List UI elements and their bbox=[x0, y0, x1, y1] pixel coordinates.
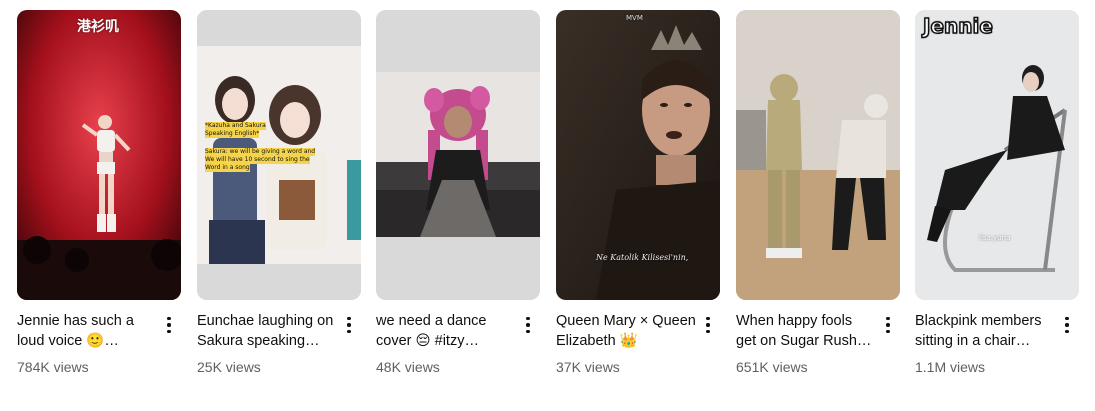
short-views: 651K views bbox=[736, 359, 808, 375]
short-meta: Blackpink members sitting in a chair… 1.… bbox=[915, 311, 1079, 391]
more-actions-button[interactable] bbox=[337, 313, 361, 337]
short-views: 784K views bbox=[17, 359, 89, 375]
three-dots-vertical-icon bbox=[1065, 316, 1069, 334]
short-meta: Eunchae laughing on Sakura speaking… 25K… bbox=[197, 311, 361, 391]
short-views: 37K views bbox=[556, 359, 620, 375]
short-title[interactable]: Eunchae laughing on Sakura speaking… bbox=[197, 311, 337, 351]
thumbnail-overlay-text: MVM bbox=[626, 14, 643, 22]
caption-line: *Kazuha and Sakura bbox=[205, 122, 266, 130]
three-dots-vertical-icon bbox=[886, 316, 890, 334]
short-views: 1.1M views bbox=[915, 359, 986, 375]
shorts-shelf: 港衫叽 Jennie has such a loud voice 🙂 #jenn… bbox=[17, 10, 1079, 400]
thumbnail-caption: *Kazuha and Sakura Speaking English* Sak… bbox=[205, 122, 355, 172]
short-card[interactable]: *Kazuha and Sakura Speaking English* Sak… bbox=[197, 10, 361, 390]
caption-line: We will have 10 second to sing the bbox=[205, 156, 310, 164]
three-dots-vertical-icon bbox=[167, 316, 171, 334]
more-actions-button[interactable] bbox=[516, 313, 540, 337]
short-title[interactable]: Queen Mary × Queen Elizabeth 👑 bbox=[556, 311, 696, 351]
caption-line: Word in a song bbox=[205, 164, 250, 172]
short-thumbnail[interactable]: Jennie lisa.yuna bbox=[915, 10, 1079, 300]
short-views: 25K views bbox=[197, 359, 261, 375]
short-title[interactable]: Blackpink members sitting in a chair… bbox=[915, 311, 1055, 351]
short-meta: Jennie has such a loud voice 🙂 #jenni… 7… bbox=[17, 311, 181, 391]
short-meta: we need a dance cover 😔 #itzy… 48K views bbox=[376, 311, 540, 391]
short-title[interactable]: Jennie has such a loud voice 🙂 #jenni… bbox=[17, 311, 157, 351]
three-dots-vertical-icon bbox=[347, 316, 351, 334]
more-actions-button[interactable] bbox=[1055, 313, 1079, 337]
three-dots-vertical-icon bbox=[706, 316, 710, 334]
more-actions-button[interactable] bbox=[696, 313, 720, 337]
thumbnail-caption: Ne Katolik Kilisesi'nin, bbox=[596, 253, 689, 262]
more-actions-button[interactable] bbox=[876, 313, 900, 337]
short-card[interactable]: 港衫叽 Jennie has such a loud voice 🙂 #jenn… bbox=[17, 10, 181, 390]
short-meta: When happy fools get on Sugar Rush Ride…… bbox=[736, 311, 900, 391]
short-thumbnail[interactable]: *Kazuha and Sakura Speaking English* Sak… bbox=[197, 10, 361, 300]
thumbnail-overlay-text: Jennie bbox=[922, 13, 993, 39]
thumbnail-image bbox=[736, 10, 900, 300]
short-thumbnail[interactable]: 港衫叽 bbox=[17, 10, 181, 300]
short-meta: Queen Mary × Queen Elizabeth 👑 37K views bbox=[556, 311, 720, 391]
more-actions-button[interactable] bbox=[157, 313, 181, 337]
short-card[interactable]: MVM Ne Katolik Kilisesi'nin, Queen Mary … bbox=[556, 10, 720, 390]
caption-line: Speaking English* bbox=[205, 130, 260, 138]
short-thumbnail[interactable]: MVM Ne Katolik Kilisesi'nin, bbox=[556, 10, 720, 300]
thumbnail-image bbox=[376, 10, 540, 300]
short-card[interactable]: Jennie lisa.yuna Blackpink members sitti… bbox=[915, 10, 1079, 390]
short-card[interactable]: we need a dance cover 😔 #itzy… 48K views bbox=[376, 10, 540, 390]
caption-line: Sakura: we will be giving a word and bbox=[205, 148, 316, 156]
short-title[interactable]: we need a dance cover 😔 #itzy… bbox=[376, 311, 516, 351]
thumbnail-image bbox=[915, 10, 1079, 300]
thumbnail-image bbox=[17, 10, 181, 300]
short-title[interactable]: When happy fools get on Sugar Rush Ride… bbox=[736, 311, 876, 351]
short-thumbnail[interactable] bbox=[376, 10, 540, 300]
short-card[interactable]: When happy fools get on Sugar Rush Ride…… bbox=[736, 10, 900, 390]
three-dots-vertical-icon bbox=[526, 316, 530, 334]
short-views: 48K views bbox=[376, 359, 440, 375]
short-thumbnail[interactable] bbox=[736, 10, 900, 300]
thumbnail-watermark: lisa.yuna bbox=[979, 234, 1011, 242]
thumbnail-overlay-text: 港衫叽 bbox=[77, 19, 119, 35]
